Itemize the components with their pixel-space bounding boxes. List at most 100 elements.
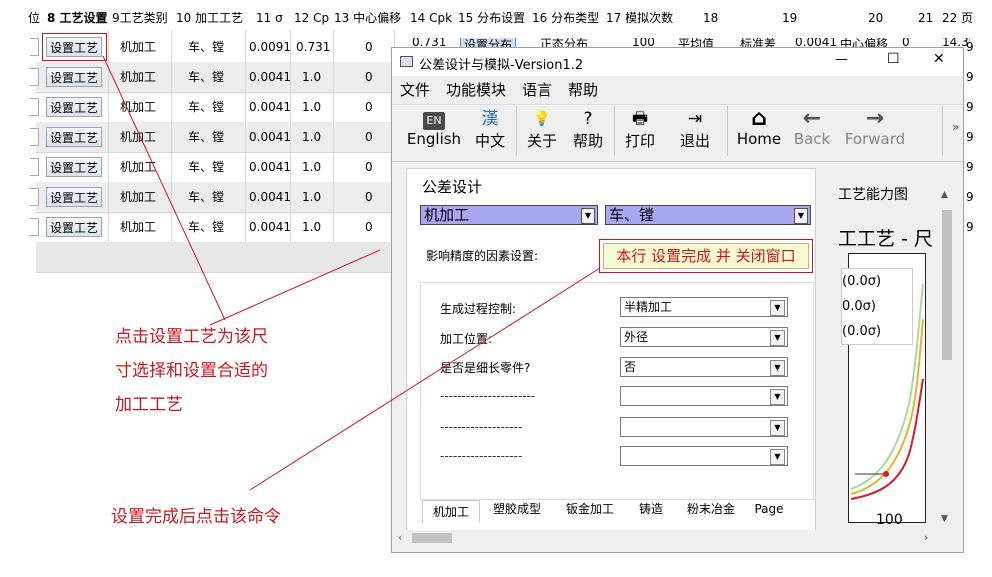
cp-cell: 1.0: [302, 220, 322, 234]
tab-page[interactable]: Page: [748, 498, 790, 520]
chinese-button[interactable]: 漢 中文: [472, 108, 508, 151]
scroll-left-icon[interactable]: ‹: [398, 531, 402, 544]
horizontal-scrollbar[interactable]: ‹ ›: [392, 530, 963, 546]
printer-icon: 🖶: [631, 109, 649, 129]
tab-powder[interactable]: 粉末冶金: [680, 498, 742, 520]
forward-button[interactable]: → Forward: [844, 108, 906, 149]
english-button[interactable]: EN English: [404, 108, 464, 148]
set-process-button[interactable]: 设置工艺: [46, 157, 102, 177]
app-window[interactable]: 公差设计与模拟-Version1.2 — ☐ ✕ 文件 功能模块 语言 帮助 EN E…: [391, 47, 964, 553]
edge-value: 9: [966, 160, 974, 174]
scroll-down-icon[interactable]: ▼: [941, 514, 948, 524]
cp-cell: 1.0: [302, 160, 322, 174]
menu-file[interactable]: 文件: [400, 81, 430, 99]
process-control-select[interactable]: 半精加工 ▼: [620, 297, 788, 317]
process-cell: 车、镗: [188, 160, 225, 174]
offset-cell: 0: [365, 220, 373, 234]
col-header-position[interactable]: 位: [28, 8, 40, 28]
process-cell: 车、镗: [188, 190, 225, 204]
vertical-scrollbar[interactable]: ▲ ▼: [940, 188, 954, 528]
col-header-dist-setting[interactable]: 15 分布设置: [458, 8, 525, 28]
close-icon[interactable]: ✕: [933, 51, 945, 67]
chevron-down-icon[interactable]: ▼: [770, 300, 785, 316]
chevron-down-icon[interactable]: ▼: [794, 208, 808, 224]
set-process-button[interactable]: 设置工艺: [46, 127, 102, 147]
col-header-process-setting[interactable]: 8 工艺设置: [47, 8, 108, 28]
field-label: -------------------: [440, 449, 523, 463]
position-select[interactable]: 外径 ▼: [620, 327, 788, 347]
arrow-left-icon: ←: [802, 106, 822, 131]
menu-language[interactable]: 语言: [522, 81, 552, 99]
set-process-button[interactable]: 设置工艺: [46, 187, 102, 207]
home-button[interactable]: ⌂ Home: [736, 108, 782, 149]
title-bar[interactable]: 公差设计与模拟-Version1.2 — ☐ ✕: [392, 48, 963, 76]
complete-close-button[interactable]: 本行 设置完成 并 关闭窗口: [603, 243, 809, 269]
chevron-down-icon[interactable]: ▼: [770, 420, 785, 436]
minimize-icon[interactable]: —: [835, 52, 848, 67]
scroll-right-icon[interactable]: ›: [924, 531, 928, 544]
cp-cell: 1.0: [302, 190, 322, 204]
col-header-cp[interactable]: 12 Cp: [294, 8, 329, 28]
slender-part-select[interactable]: 否 ▼: [620, 357, 788, 377]
factors-label: 影响精度的因素设置:: [426, 249, 539, 263]
category-select[interactable]: 机加工 ▼: [420, 205, 598, 225]
process-cell: 车、镗: [188, 100, 225, 114]
cp-cell: 0.731: [296, 40, 331, 54]
empty-select[interactable]: ▼: [620, 446, 788, 466]
overflow-chevron-icon[interactable]: »: [952, 120, 959, 134]
set-process-button[interactable]: 设置工艺: [46, 67, 102, 87]
offset-cell: 0: [365, 190, 373, 204]
process-cell: 车、镗: [188, 130, 225, 144]
col-header-20[interactable]: 20: [868, 8, 883, 28]
set-process-button[interactable]: 设置工艺: [46, 217, 102, 237]
category-cell: 机加工: [120, 70, 157, 84]
chevron-down-icon[interactable]: ▼: [770, 330, 785, 346]
menu-modules[interactable]: 功能模块: [446, 81, 506, 99]
app-icon: [400, 56, 413, 67]
col-header-cpk[interactable]: 14 Cpk: [410, 8, 452, 28]
col-header-category[interactable]: 9工艺类别: [112, 8, 168, 28]
offset-cell: 0: [365, 40, 373, 54]
sigma-cell: 0.0041: [249, 100, 291, 114]
col-header-dist-type[interactable]: 16 分布类型: [532, 8, 599, 28]
empty-select[interactable]: ▼: [620, 417, 788, 437]
edge-value: 9: [966, 190, 974, 204]
about-button[interactable]: 💡 关于: [524, 108, 560, 151]
chart-legend: (0.0σ) 0.0σ) (0.0σ): [841, 268, 913, 345]
category-cell: 机加工: [120, 160, 157, 174]
back-button[interactable]: ← Back: [790, 106, 834, 149]
sigma-cell: 0.0041: [249, 190, 291, 204]
col-header-19[interactable]: 19: [782, 8, 797, 28]
exit-button[interactable]: ⇥ 退出: [677, 108, 713, 151]
print-button[interactable]: 🖶 打印: [622, 108, 658, 151]
col-header-18[interactable]: 18: [703, 8, 718, 28]
empty-select[interactable]: ▼: [620, 386, 788, 406]
maximize-icon[interactable]: ☐: [887, 51, 900, 67]
tab-casting[interactable]: 铸造: [630, 498, 672, 520]
col-header-process[interactable]: 10 加工工艺: [176, 8, 243, 28]
sigma-cell: 0.0041: [249, 130, 291, 144]
scrollbar-thumb[interactable]: [942, 210, 952, 360]
tab-sheet-metal[interactable]: 钣金加工: [557, 498, 623, 520]
set-process-button[interactable]: 设置工艺: [46, 97, 102, 117]
chevron-down-icon[interactable]: ▼: [581, 208, 595, 224]
scroll-up-icon[interactable]: ▲: [941, 190, 948, 200]
col-header-offset[interactable]: 13 中心偏移: [334, 8, 401, 28]
annotation-complete: 设置完成后点击该命令: [111, 507, 281, 527]
tab-machining[interactable]: 机加工: [422, 500, 480, 523]
col-header-22[interactable]: 22 页: [942, 8, 973, 28]
process-select[interactable]: 车、镗 ▼: [605, 205, 811, 225]
tab-plastic[interactable]: 塑胶成型: [484, 498, 550, 520]
chart-heading: 工工艺 - 尺: [838, 228, 933, 250]
help-button[interactable]: ? 帮助: [570, 108, 606, 151]
offset-cell: 0: [365, 100, 373, 114]
scrollbar-thumb[interactable]: [412, 533, 452, 543]
set-process-button[interactable]: 设置工艺: [46, 37, 102, 57]
chevron-down-icon[interactable]: ▼: [770, 449, 785, 465]
chevron-down-icon[interactable]: ▼: [770, 360, 785, 376]
menu-help[interactable]: 帮助: [568, 81, 598, 99]
col-header-sigma[interactable]: 11 σ: [256, 8, 283, 28]
chevron-down-icon[interactable]: ▼: [770, 389, 785, 405]
col-header-21[interactable]: 21: [918, 8, 933, 28]
col-header-sim-count[interactable]: 17 模拟次数: [606, 8, 673, 28]
